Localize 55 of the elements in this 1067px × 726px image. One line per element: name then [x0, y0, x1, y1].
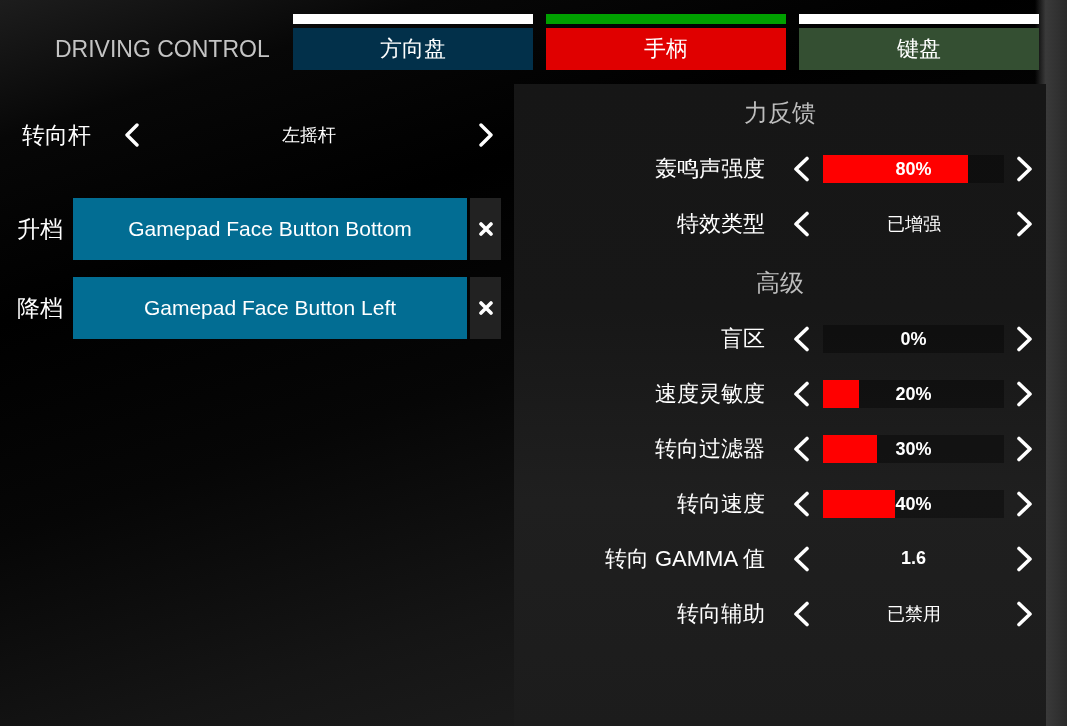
chevron-right-icon[interactable]	[1016, 490, 1033, 517]
tab[interactable]: 键盘	[799, 28, 1039, 70]
setting-label: 特效类型	[676, 209, 765, 238]
section-heading: 高级	[756, 268, 804, 298]
setting-label: 速度灵敏度	[654, 379, 765, 408]
setting-label: 转向过滤器	[654, 434, 765, 463]
close-icon	[478, 301, 493, 315]
slider-track[interactable]: 80%	[823, 154, 1004, 183]
tab[interactable]: 方向盘	[293, 28, 533, 70]
chevron-right-icon[interactable]	[1016, 380, 1033, 407]
remove-button[interactable]	[470, 198, 501, 260]
chevron-left-icon[interactable]	[124, 123, 140, 147]
chevron-left-icon[interactable]	[793, 380, 810, 407]
slider-value: 30%	[895, 438, 932, 459]
tab[interactable]: 手柄	[546, 28, 786, 70]
chevron-right-icon[interactable]	[1016, 545, 1033, 572]
setting-label: 转向 GAMMA 值	[603, 544, 765, 573]
chevron-left-icon[interactable]	[793, 490, 810, 517]
setting-label: 盲区	[720, 324, 765, 353]
chevron-right-icon[interactable]	[1016, 325, 1033, 352]
slider-track[interactable]: 0%	[823, 324, 1004, 353]
setting-label: 轰鸣声强度	[654, 154, 765, 183]
setting-label: 转向速度	[676, 489, 765, 518]
setting-label: 转向辅助	[676, 599, 765, 628]
chevron-left-icon[interactable]	[793, 325, 810, 352]
slider-value: 0%	[900, 328, 927, 349]
setting-value: 1.6	[901, 548, 926, 569]
binding-label: 升档	[17, 214, 64, 244]
chevron-left-icon[interactable]	[793, 155, 810, 182]
section-heading: 力反馈	[744, 98, 816, 128]
page-title: DRIVING CONTROL	[55, 35, 270, 64]
slider-track[interactable]: 30%	[823, 434, 1004, 463]
binding-label: 降档	[17, 293, 64, 323]
chevron-right-icon[interactable]	[1016, 210, 1033, 237]
setting-value: 左摇杆	[282, 124, 336, 147]
setting-value: 已禁用	[886, 602, 941, 626]
chevron-left-icon[interactable]	[793, 545, 810, 572]
chevron-right-icon[interactable]	[478, 123, 494, 147]
slider-track[interactable]: 40%	[823, 489, 1004, 518]
remove-button[interactable]	[470, 277, 501, 339]
setting-label: 转向杆	[22, 120, 91, 150]
chevron-left-icon[interactable]	[793, 435, 810, 462]
chevron-left-icon[interactable]	[793, 210, 810, 237]
slider-value: 40%	[895, 493, 932, 514]
close-icon	[478, 222, 493, 236]
chevron-right-icon[interactable]	[1016, 600, 1033, 627]
key-binding-button[interactable]: Gamepad Face Button Bottom	[73, 198, 467, 260]
slider-track[interactable]: 20%	[823, 379, 1004, 408]
slider-value: 20%	[895, 383, 932, 404]
chevron-right-icon[interactable]	[1016, 155, 1033, 182]
chevron-left-icon[interactable]	[793, 600, 810, 627]
slider-value: 80%	[895, 158, 932, 179]
setting-value: 已增强	[886, 212, 941, 236]
chevron-right-icon[interactable]	[1016, 435, 1033, 462]
key-binding-button[interactable]: Gamepad Face Button Left	[73, 277, 467, 339]
